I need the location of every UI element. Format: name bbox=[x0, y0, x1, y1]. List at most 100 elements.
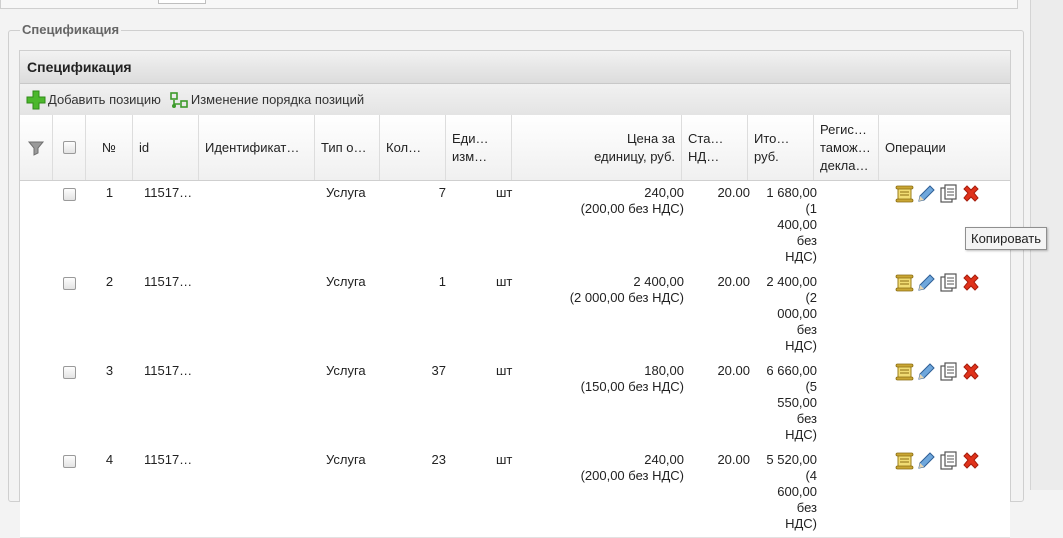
row-vat-rate: 20.00 bbox=[717, 452, 750, 467]
header-operations: Операции bbox=[885, 139, 946, 155]
copy-icon[interactable] bbox=[938, 273, 959, 293]
header-customs-line: тамож… bbox=[820, 139, 871, 155]
copy-icon[interactable] bbox=[938, 184, 959, 204]
grid-title: Спецификация bbox=[20, 51, 1010, 84]
row-checkbox[interactable] bbox=[63, 188, 76, 201]
table-row[interactable]: 4 11517… Услуга 23 шт 240,00 (200,00 без НДС) 2… bbox=[20, 448, 1010, 538]
header-vat-line: НД… bbox=[688, 148, 720, 164]
row-quantity: 23 bbox=[431, 452, 446, 467]
header-price-line: единицу, руб. bbox=[594, 148, 675, 164]
row-total-line: 400,00 bbox=[777, 217, 817, 232]
row-total-line: НДС) bbox=[785, 249, 817, 264]
row-checkbox[interactable] bbox=[63, 366, 76, 379]
header-customs-declaration[interactable]: Регис… тамож… декла… bbox=[814, 115, 879, 180]
row-total-line: 5 520,00 bbox=[766, 452, 817, 467]
filter-icon bbox=[27, 141, 45, 156]
table-row[interactable]: 1 11517… Услуга 7 шт 240,00 (200,00 без НДС) 20… bbox=[20, 181, 1010, 271]
row-operations bbox=[894, 362, 982, 382]
row-operations bbox=[894, 273, 982, 293]
row-unit: шт bbox=[496, 452, 513, 467]
header-unit[interactable]: Еди… изм… bbox=[446, 115, 512, 180]
header-total[interactable]: Ито… руб. bbox=[748, 115, 814, 180]
table-row[interactable]: 2 11517… Услуга 1 шт 2 400,00 (2 000,00 без НД… bbox=[20, 270, 1010, 360]
add-position-button[interactable]: Добавить позицию bbox=[26, 90, 161, 110]
row-number: 3 bbox=[105, 363, 114, 378]
row-vat-rate: 20.00 bbox=[717, 363, 750, 378]
row-total-line: 1 680,00 bbox=[766, 185, 817, 200]
row-total-line: 550,00 bbox=[777, 395, 817, 410]
row-total-line: без bbox=[796, 233, 817, 248]
pencil-icon[interactable] bbox=[916, 451, 937, 471]
row-quantity: 37 bbox=[431, 363, 446, 378]
row-type: Услуга bbox=[326, 363, 366, 378]
row-total-line: (2 bbox=[805, 290, 817, 305]
row-vat-rate: 20.00 bbox=[717, 185, 750, 200]
header-vat-rate[interactable]: Ста… НД… bbox=[682, 115, 748, 180]
scroll-icon[interactable] bbox=[894, 451, 915, 471]
row-operations bbox=[894, 184, 982, 204]
filter-column-header[interactable] bbox=[20, 115, 53, 180]
delete-icon[interactable] bbox=[960, 362, 981, 382]
copy-icon[interactable] bbox=[938, 362, 959, 382]
table-row[interactable]: 3 11517… Услуга 37 шт 180,00 (150,00 без НДС) 2… bbox=[20, 359, 1010, 449]
header-type[interactable]: Тип о… bbox=[315, 115, 380, 180]
row-id: 11517… bbox=[144, 452, 193, 467]
row-price: 2 400,00 (2 000,00 без НДС) bbox=[512, 274, 684, 306]
row-total-line: НДС) bbox=[785, 516, 817, 531]
grid-toolbar: Добавить позицию Изменение порядка позиц… bbox=[20, 84, 1010, 116]
row-price-line: 240,00 bbox=[644, 185, 684, 200]
row-total-line: 2 400,00 bbox=[766, 274, 817, 289]
row-price: 180,00 (150,00 без НДС) bbox=[512, 363, 684, 395]
row-total-line: 600,00 bbox=[777, 484, 817, 499]
top-input[interactable] bbox=[158, 0, 206, 4]
header-unit-line: изм… bbox=[452, 148, 488, 164]
copy-icon[interactable] bbox=[938, 451, 959, 471]
row-type: Услуга bbox=[326, 185, 366, 200]
delete-icon[interactable] bbox=[960, 451, 981, 471]
row-total-line: (4 bbox=[805, 468, 817, 483]
select-all-checkbox[interactable] bbox=[62, 141, 76, 154]
header-price[interactable]: Цена за единицу, руб. bbox=[512, 115, 682, 180]
row-type: Услуга bbox=[326, 274, 366, 289]
scroll-icon[interactable] bbox=[894, 273, 915, 293]
row-total-line: без bbox=[796, 411, 817, 426]
header-customs-line: Регис… bbox=[820, 121, 867, 137]
row-total: 5 520,00 (4 600,00 без НДС) bbox=[748, 452, 817, 532]
pencil-icon[interactable] bbox=[916, 362, 937, 382]
header-unit-line: Еди… bbox=[452, 130, 489, 146]
row-unit: шт bbox=[496, 363, 513, 378]
row-total-line: (1 bbox=[805, 201, 817, 216]
header-price-line: Цена за bbox=[626, 130, 675, 146]
header-identifier[interactable]: Идентификат… bbox=[199, 115, 315, 180]
row-type: Услуга bbox=[326, 452, 366, 467]
row-price: 240,00 (200,00 без НДС) bbox=[512, 452, 684, 484]
scroll-icon[interactable] bbox=[894, 184, 915, 204]
row-vat-rate: 20.00 bbox=[717, 274, 750, 289]
reorder-icon bbox=[170, 91, 188, 108]
reorder-positions-label: Изменение порядка позиций bbox=[190, 92, 365, 107]
row-checkbox[interactable] bbox=[63, 455, 76, 468]
header-customs-line: декла… bbox=[820, 157, 869, 173]
row-checkbox[interactable] bbox=[63, 277, 76, 290]
row-price: 240,00 (200,00 без НДС) bbox=[512, 185, 684, 217]
row-total-line: НДС) bbox=[785, 338, 817, 353]
scroll-icon[interactable] bbox=[894, 362, 915, 382]
top-panel bbox=[0, 0, 1018, 9]
header-num[interactable]: № bbox=[86, 115, 133, 180]
header-total-line: Ито… bbox=[754, 130, 790, 146]
row-price-line: 180,00 bbox=[644, 363, 684, 378]
row-total-line: без bbox=[796, 500, 817, 515]
delete-icon[interactable] bbox=[960, 184, 981, 204]
add-position-label: Добавить позицию bbox=[48, 92, 161, 107]
row-price-line: 2 400,00 bbox=[633, 274, 684, 289]
row-quantity: 1 bbox=[438, 274, 446, 289]
reorder-positions-button[interactable]: Изменение порядка позиций bbox=[169, 90, 364, 110]
row-number: 4 bbox=[105, 452, 114, 467]
pencil-icon[interactable] bbox=[916, 273, 937, 293]
pencil-icon[interactable] bbox=[916, 184, 937, 204]
row-price-line: (200,00 без НДС) bbox=[580, 201, 684, 216]
delete-icon[interactable] bbox=[960, 273, 981, 293]
header-quantity[interactable]: Кол… bbox=[380, 115, 446, 180]
specification-grid: Спецификация Добавить позицию Изменение … bbox=[19, 50, 1011, 538]
header-id[interactable]: id bbox=[133, 115, 199, 180]
